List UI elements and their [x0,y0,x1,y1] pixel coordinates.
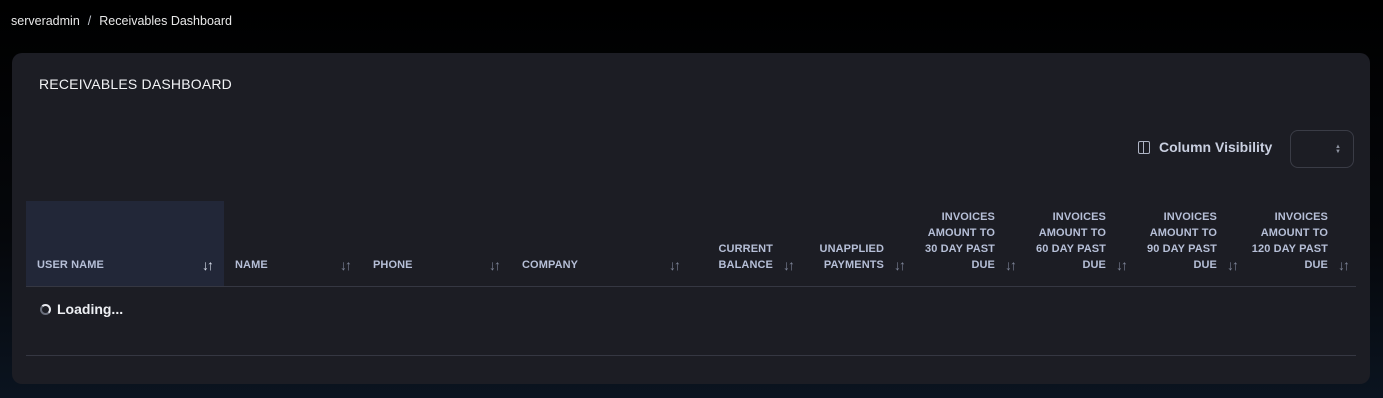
sort-icon[interactable]: ↓↑ [894,257,906,273]
select-caret-icon: ▲ ▼ [1335,144,1341,155]
column-label: INVOICES AMOUNT TO 120 DAY PAST DUE [1251,211,1328,271]
column-label: PHONE [373,259,413,271]
column-label: USER NAME [37,259,104,271]
sort-icon[interactable]: ↓↑ [1116,257,1128,273]
table-divider [26,355,1356,356]
column-header-invoices-30[interactable]: INVOICES AMOUNT TO 30 DAY PAST DUE ↓↑ [912,201,1023,286]
column-visibility-label: Column Visibility [1159,139,1273,155]
breadcrumb-separator: / [87,14,92,28]
column-label: NAME [235,259,268,271]
sort-icon[interactable]: ↓↑ [489,257,501,273]
loading-text: Loading... [57,301,124,317]
sort-icon[interactable]: ↓↑ [783,257,795,273]
breadcrumb-root[interactable]: serveradmin [11,14,80,28]
table-header: USER NAME ↓↑ NAME ↓↑ PHONE ↓↑ COMPANY ↓↑… [26,201,1356,287]
columns-icon [1138,140,1150,154]
breadcrumb-current: Receivables Dashboard [99,14,232,28]
receivables-card: RECEIVABLES DASHBOARD Column Visibility … [12,53,1370,384]
column-label: COMPANY [522,259,579,271]
column-label: INVOICES AMOUNT TO 60 DAY PAST DUE [1036,211,1106,271]
sort-desc-icon[interactable]: ↓↑ [202,257,214,273]
column-header-invoices-60[interactable]: INVOICES AMOUNT TO 60 DAY PAST DUE ↓↑ [1023,201,1134,286]
sort-icon[interactable]: ↓↑ [340,257,352,273]
column-header-phone[interactable]: PHONE ↓↑ [362,201,511,286]
column-header-name[interactable]: NAME ↓↑ [224,201,362,286]
column-label: UNAPPLIED PAYMENTS [819,243,884,271]
sort-icon[interactable]: ↓↑ [1005,257,1017,273]
column-visibility-button[interactable]: Column Visibility [1138,139,1272,155]
sort-icon[interactable]: ↓↑ [669,257,681,273]
column-label: INVOICES AMOUNT TO 30 DAY PAST DUE [925,211,995,271]
column-header-invoices-90[interactable]: INVOICES AMOUNT TO 90 DAY PAST DUE ↓↑ [1134,201,1245,286]
sort-icon[interactable]: ↓↑ [1338,257,1350,273]
breadcrumb: serveradmin / Receivables Dashboard [11,14,232,28]
column-header-current-balance[interactable]: CURRENT BALANCE ↓↑ [701,201,801,286]
page-title: RECEIVABLES DASHBOARD [39,76,232,92]
sort-icon[interactable]: ↓↑ [1227,257,1239,273]
column-header-unapplied-payments[interactable]: UNAPPLIED PAYMENTS ↓↑ [801,201,912,286]
column-header-company[interactable]: COMPANY ↓↑ [511,201,701,286]
column-header-invoices-120[interactable]: INVOICES AMOUNT TO 120 DAY PAST DUE ↓↑ [1245,201,1356,286]
column-header-user-name[interactable]: USER NAME ↓↑ [26,201,224,286]
column-label: CURRENT BALANCE [718,243,773,271]
loading-indicator: Loading... [40,301,123,317]
column-label: INVOICES AMOUNT TO 90 DAY PAST DUE [1147,211,1217,271]
spinner-icon [40,303,51,315]
page-size-select[interactable]: ▲ ▼ [1290,130,1354,168]
